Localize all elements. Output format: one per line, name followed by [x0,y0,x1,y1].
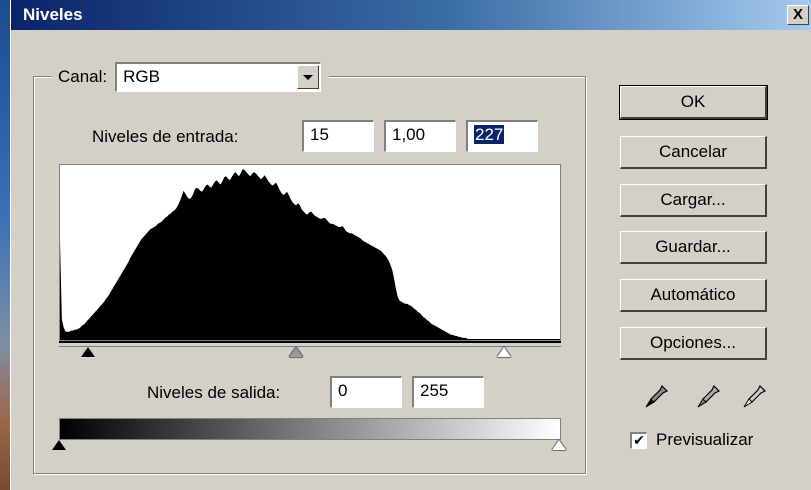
output-black-field[interactable]: 0 [330,376,402,408]
histogram-area [60,169,560,340]
title-bar[interactable]: Niveles X [11,0,811,30]
histogram-plot [60,169,560,340]
input-black-field[interactable]: 15 [302,120,374,152]
channel-row: Canal: RGB [52,62,330,92]
output-black-slider[interactable] [52,440,66,450]
histogram [59,164,561,341]
preview-label: Previsualizar [656,430,754,449]
input-black-slider[interactable] [81,347,96,357]
cancel-button[interactable]: Cancelar [620,136,767,169]
output-white-slider[interactable] [552,440,566,450]
gray-eyedropper-icon[interactable] [694,383,722,411]
channel-select[interactable]: RGB [115,62,322,92]
channel-label: Canal: [58,67,108,86]
input-white-value: 227 [474,125,505,144]
output-slider-track[interactable] [52,440,566,456]
chevron-down-icon[interactable] [297,65,320,89]
input-white-field[interactable]: 227 [466,120,538,152]
input-gamma-slider[interactable] [289,347,304,357]
input-black-value: 15 [310,125,329,144]
desktop-background [0,0,10,490]
channel-value: RGB [123,67,160,86]
save-button[interactable]: Guardar... [620,231,767,264]
input-gamma-value: 1,00 [392,125,426,144]
close-button[interactable]: X [787,5,809,25]
input-white-slider[interactable] [497,347,512,357]
output-white-field[interactable]: 255 [412,376,484,408]
ok-button[interactable]: OK [619,85,768,120]
input-levels-label: Niveles de entrada: [92,127,239,146]
window-title: Niveles [23,5,83,24]
input-gamma-field[interactable]: 1,00 [384,120,456,152]
black-eyedropper-icon[interactable] [642,383,670,411]
white-eyedropper-icon[interactable] [740,383,768,411]
options-button[interactable]: Opciones... [620,327,767,360]
output-black-value: 0 [338,381,348,400]
preview-checkbox[interactable]: ✔ [630,432,647,449]
auto-button[interactable]: Automático [620,279,767,312]
output-levels-label: Niveles de salida: [147,383,281,402]
load-button[interactable]: Cargar... [620,184,767,217]
input-slider-track[interactable] [59,347,561,363]
output-white-value: 255 [420,381,449,400]
output-gradient-bar [59,418,561,440]
